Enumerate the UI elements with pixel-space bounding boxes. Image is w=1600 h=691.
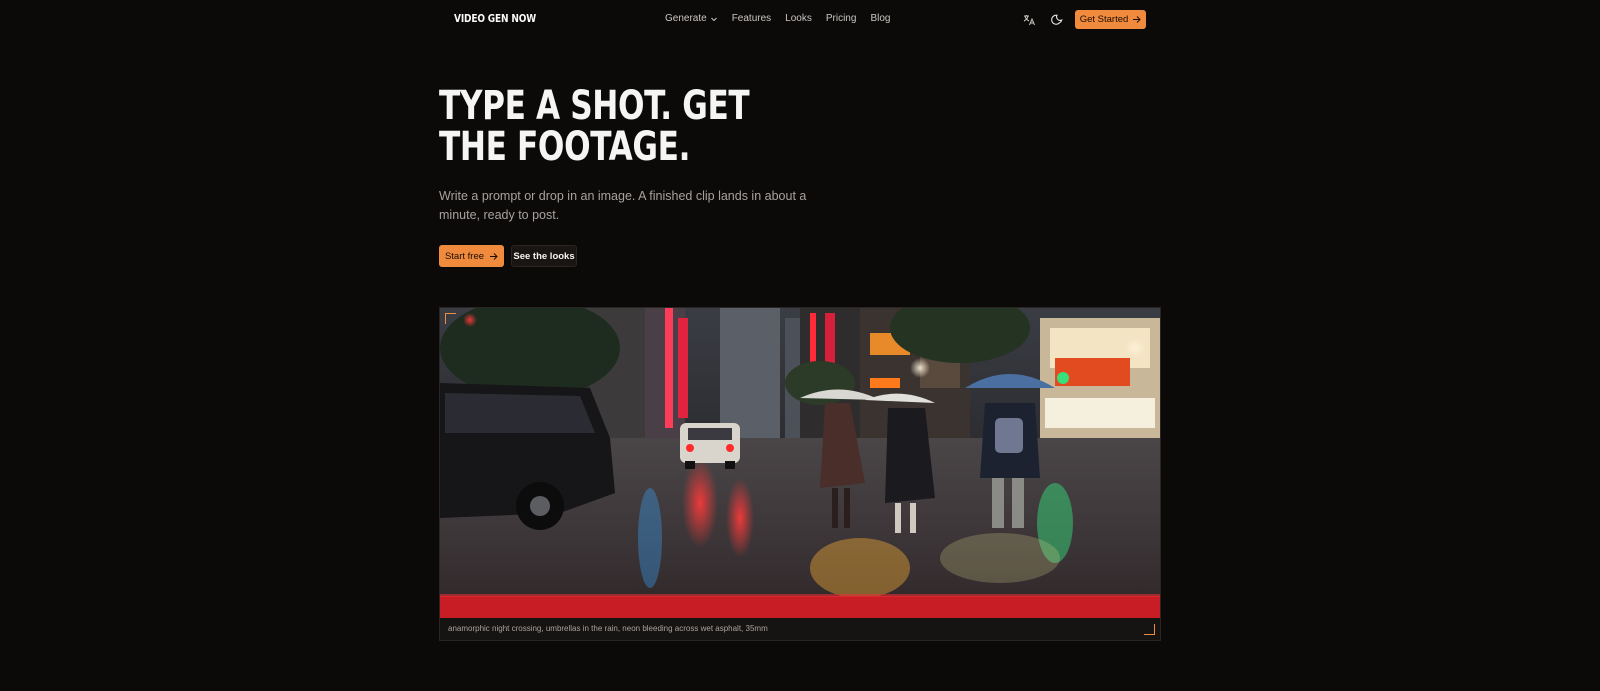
main-nav: Generate Features Looks Pricing Blog	[665, 13, 904, 24]
hero-title: TYPE A SHOT. GET THE FOOTAGE.	[439, 83, 750, 170]
frame-corner-marker	[1144, 624, 1155, 635]
nav-item-features[interactable]: Features	[732, 13, 771, 24]
see-looks-button[interactable]: See the looks	[511, 245, 577, 267]
nav-item-looks[interactable]: Looks	[785, 13, 812, 24]
translate-icon[interactable]	[1022, 13, 1036, 27]
nav-item-label: Generate	[665, 13, 707, 24]
top-navbar: VIDEO GEN NOW Generate Features Looks Pr…	[0, 0, 1600, 40]
frame-corner-marker	[445, 313, 456, 324]
start-free-label: Start free	[444, 250, 485, 262]
video-preview[interactable]: anamorphic night crossing, umbrellas in …	[439, 307, 1161, 641]
moon-icon[interactable]	[1050, 13, 1064, 27]
nav-item-pricing[interactable]: Pricing	[826, 13, 857, 24]
preview-caption: anamorphic night crossing, umbrellas in …	[448, 624, 768, 633]
preview-scene-image	[440, 308, 1160, 618]
nav-item-blog[interactable]: Blog	[870, 13, 890, 24]
chevron-down-icon	[710, 17, 717, 21]
brand-logo[interactable]: VIDEO GEN NOW	[454, 12, 536, 25]
arrow-right-icon	[1133, 16, 1142, 23]
get-started-label: Get Started	[1079, 14, 1129, 25]
get-started-button[interactable]: Get Started	[1075, 10, 1146, 29]
start-free-button[interactable]: Start free	[439, 245, 504, 267]
arrow-right-icon	[490, 252, 498, 260]
hero-subtitle: Write a prompt or drop in an image. A fi…	[439, 189, 807, 222]
nav-item-generate[interactable]: Generate	[665, 13, 718, 24]
